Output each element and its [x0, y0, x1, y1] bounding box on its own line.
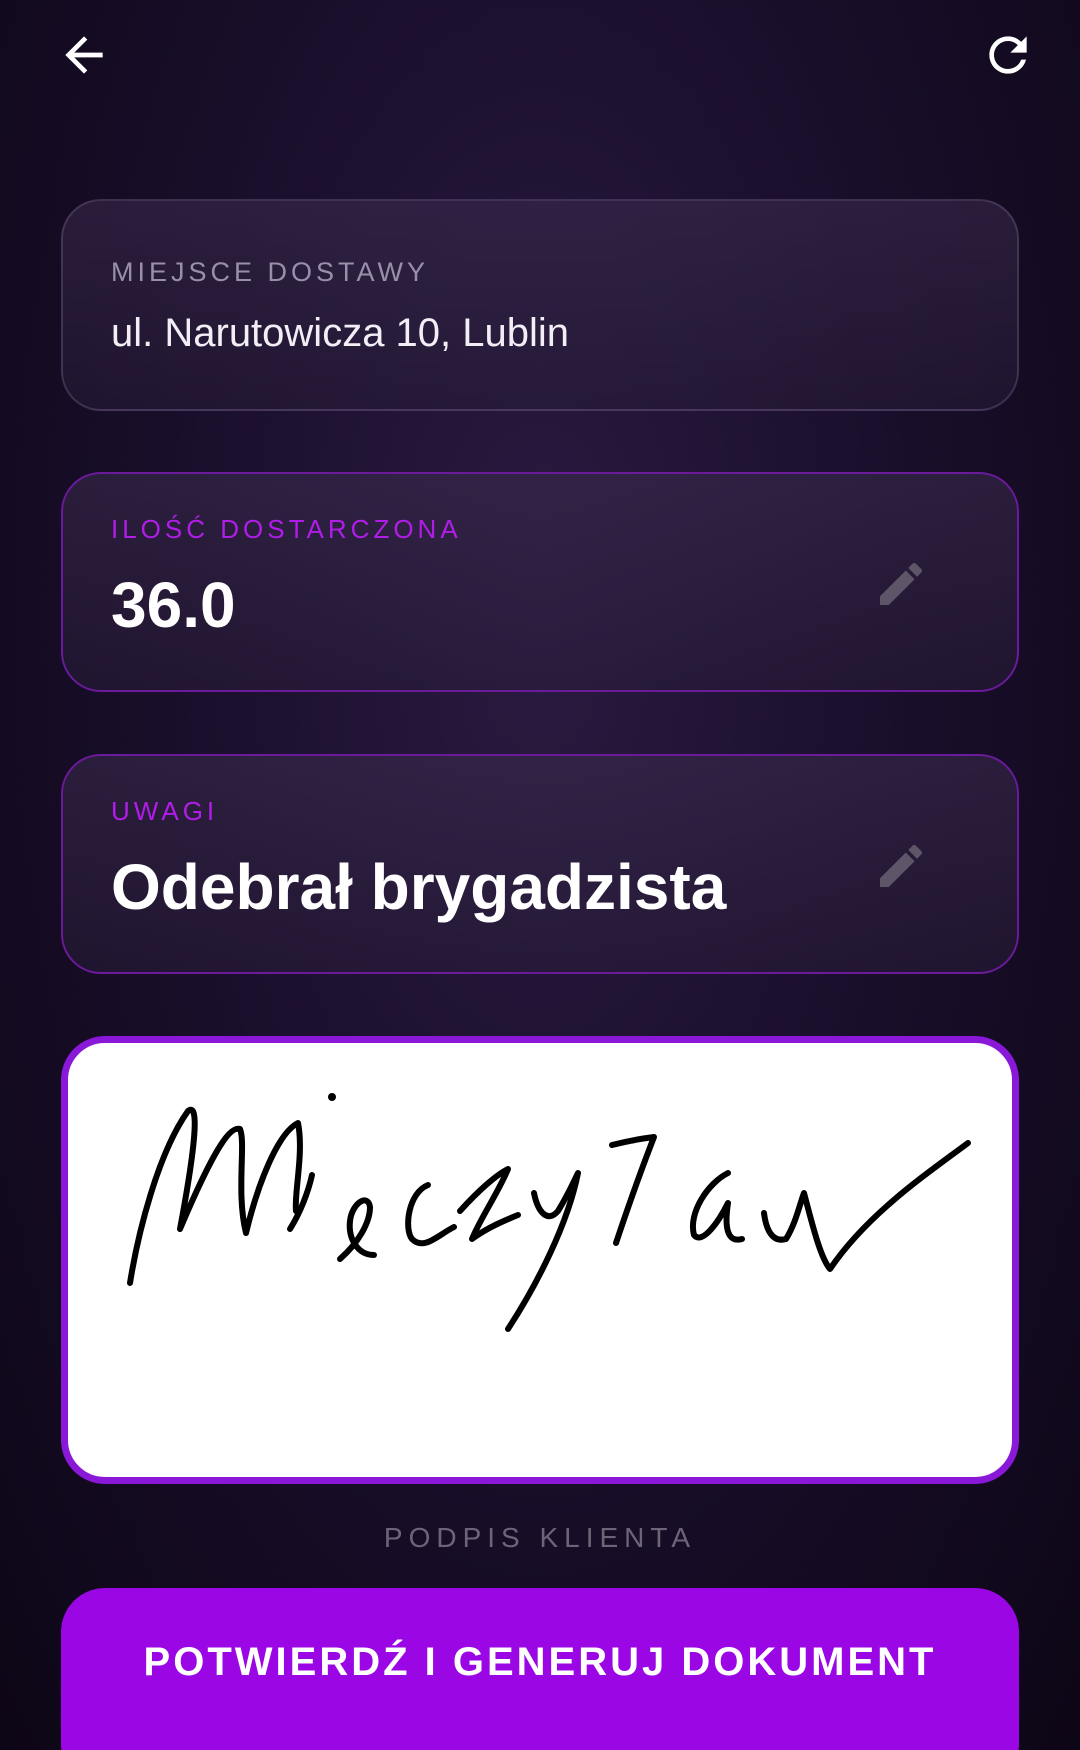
delivery-location-card: MIEJSCE DOSTAWY ul. Narutowicza 10, Lubl… [61, 199, 1019, 411]
pencil-icon[interactable] [873, 838, 929, 894]
signature-caption: PODPIS KLIENTA [383, 1522, 697, 1553]
delivery-location-label: MIEJSCE DOSTAWY [111, 257, 430, 287]
delivered-quantity-card[interactable]: ILOŚĆ DOSTARCZONA 36.0 [61, 472, 1019, 692]
signature-pad[interactable] [61, 1036, 1019, 1484]
signature-drawing [127, 1093, 971, 1332]
pencil-icon[interactable] [873, 556, 929, 612]
top-bar [0, 0, 1080, 110]
notes-label: UWAGI [111, 796, 219, 826]
notes-value: Odebrał brygadzista [111, 851, 727, 923]
confirm-generate-document-button[interactable]: POTWIERDŹ I GENERUJ DOKUMENT [61, 1588, 1019, 1750]
back-button[interactable] [44, 15, 124, 95]
refresh-button[interactable] [968, 15, 1048, 95]
delivery-location-value: ul. Narutowicza 10, Lublin [111, 311, 570, 355]
refresh-icon [989, 36, 1027, 74]
delivered-quantity-label: ILOŚĆ DOSTARCZONA [111, 514, 462, 544]
notes-card[interactable]: UWAGI Odebrał brygadzista [61, 754, 1019, 974]
arrow-left-icon [65, 36, 103, 74]
delivered-quantity-value: 36.0 [111, 569, 236, 641]
